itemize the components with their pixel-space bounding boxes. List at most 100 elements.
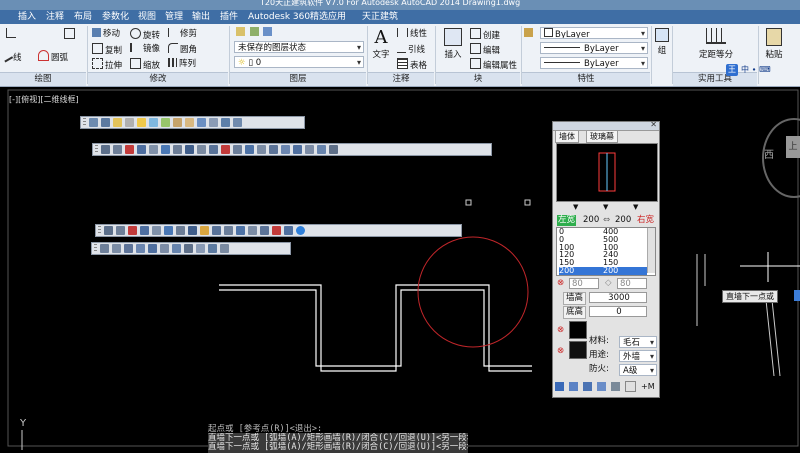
column-icon[interactable]: [113, 145, 122, 154]
section-icon[interactable]: [233, 145, 242, 154]
viewcube-top-face[interactable]: 上: [786, 136, 800, 158]
layer-tools-row[interactable]: [236, 27, 274, 39]
annotation-panel-label[interactable]: 注释: [368, 72, 434, 86]
freeze-icon[interactable]: [149, 118, 158, 127]
help-icon[interactable]: [296, 226, 305, 235]
help-icon[interactable]: [293, 145, 302, 154]
floating-toolbar-tarch-main[interactable]: [92, 143, 492, 156]
linetype-dropdown[interactable]: ByLayer: [540, 42, 648, 54]
plus-icon[interactable]: [625, 381, 636, 392]
match-layer-icon[interactable]: [197, 118, 206, 127]
properties-panel-label[interactable]: 特性: [522, 72, 650, 86]
ramp-icon[interactable]: [188, 226, 197, 235]
single-line-icon[interactable]: [583, 382, 592, 391]
tab-view[interactable]: 视图: [134, 10, 160, 24]
current-layer-dropdown[interactable]: ☼ ▯ 0: [234, 56, 364, 68]
command-prompt-line[interactable]: 直墙下一点或 [弧墙(A)/矩形画墙(R)/闭合(C)/回退(U)]<另一段>:: [208, 442, 468, 453]
block-icon[interactable]: [100, 244, 109, 253]
material-dropdown[interactable]: 毛石: [619, 336, 657, 348]
tab-plugins[interactable]: 插件: [216, 10, 242, 24]
layer-delete-icon[interactable]: [233, 118, 242, 127]
symbol-library-icon[interactable]: [160, 244, 169, 253]
section-icon[interactable]: [284, 226, 293, 235]
axis-grid-icon[interactable]: [101, 145, 110, 154]
tools-icon[interactable]: [257, 145, 266, 154]
stretch-button[interactable]: 拉伸: [92, 58, 122, 71]
tab-manage[interactable]: 管理: [161, 10, 187, 24]
table-button[interactable]: 表格: [397, 58, 427, 71]
viewcube-west-label[interactable]: 西: [764, 146, 774, 161]
layer-manager-icon[interactable]: [89, 118, 98, 127]
bulb-icon[interactable]: [113, 118, 122, 127]
table-icon[interactable]: [172, 244, 181, 253]
settings-icon[interactable]: [305, 145, 314, 154]
tab-curtain-wall[interactable]: 玻璃幕: [586, 130, 618, 143]
delete-icon[interactable]: ⊗: [557, 278, 564, 289]
fillet-button[interactable]: 圆角: [168, 43, 197, 55]
eyedropper-icon[interactable]: [611, 382, 620, 391]
unlock-icon[interactable]: [185, 118, 194, 127]
base-height-input[interactable]: 0: [589, 306, 647, 317]
toolbar-grip[interactable]: [83, 118, 86, 127]
tab-wall[interactable]: 墙体: [555, 130, 579, 143]
swap-icon[interactable]: ⇔: [603, 215, 610, 226]
group-button[interactable]: 组: [654, 28, 670, 56]
layer-walk-icon[interactable]: [209, 118, 218, 127]
brick-pattern-icon[interactable]: [569, 321, 587, 339]
array-button[interactable]: 阵列: [168, 58, 196, 70]
leader-button[interactable]: 引线: [397, 43, 425, 55]
edit-attributes-button[interactable]: 编辑属性: [470, 58, 517, 71]
pan-icon[interactable]: [317, 145, 326, 154]
ime-mode-icon[interactable]: 中 ∙ ⌨: [741, 64, 771, 75]
tab-annotate[interactable]: 注释: [42, 10, 68, 24]
slash-icon[interactable]: [220, 244, 229, 253]
sun-icon[interactable]: [137, 118, 146, 127]
lineweight-dropdown[interactable]: ByLayer: [540, 57, 648, 69]
move-button[interactable]: 移动: [92, 28, 120, 40]
center-arrow-icon[interactable]: ▼: [603, 202, 608, 213]
layer-state-dropdown[interactable]: 未保存的图层状态: [234, 41, 364, 53]
line-button[interactable]: 线: [0, 48, 22, 63]
modify-panel-label[interactable]: 修改: [88, 72, 228, 86]
text-button[interactable]: A 文字: [370, 28, 392, 61]
block-panel-label[interactable]: 块: [436, 72, 520, 86]
pick-wall-icon[interactable]: [597, 382, 606, 391]
ime-indicator-icon[interactable]: 王: [726, 64, 738, 76]
mirror-button[interactable]: 镜像: [130, 43, 160, 55]
wall-height-label[interactable]: 墙高: [563, 292, 587, 305]
left-width-label[interactable]: 左宽: [557, 215, 577, 226]
draw-panel-label[interactable]: 绘图: [0, 72, 86, 86]
linear-dim-button[interactable]: 线性: [397, 28, 427, 40]
left-offset-spinner[interactable]: 80: [569, 278, 599, 289]
list-item-selected[interactable]: 200 200: [559, 266, 647, 275]
paste-button[interactable]: 粘贴: [762, 28, 786, 60]
dimension-icon[interactable]: [248, 226, 257, 235]
toolbar-grip[interactable]: [94, 244, 97, 253]
door-icon[interactable]: [140, 226, 149, 235]
text-icon[interactable]: [196, 244, 205, 253]
floating-toolbar-tarch-secondary[interactable]: [95, 224, 462, 237]
print-icon[interactable]: [329, 145, 338, 154]
link-icon[interactable]: ◇: [605, 278, 612, 289]
base-height-label[interactable]: 底高: [563, 306, 587, 319]
tab-output[interactable]: 输出: [188, 10, 214, 24]
arc-button[interactable]: 圆弧: [38, 50, 68, 63]
layer-previous-icon[interactable]: [101, 118, 110, 127]
hatch-icon[interactable]: [184, 244, 193, 253]
text-style-icon[interactable]: [197, 145, 206, 154]
dimension-icon[interactable]: [185, 145, 194, 154]
measure-divide-button[interactable]: 定距等分: [696, 28, 736, 60]
toolbar-grip[interactable]: [98, 226, 101, 235]
wall-icon[interactable]: [149, 145, 158, 154]
create-block-button[interactable]: 创建: [470, 28, 500, 41]
tab-parametric[interactable]: 参数化: [98, 10, 133, 24]
usage-dropdown[interactable]: 外墙: [619, 350, 657, 362]
tab-insert[interactable]: 插入: [14, 10, 40, 24]
polyline-icon-button[interactable]: [6, 28, 18, 40]
thaw-icon[interactable]: [161, 118, 170, 127]
elevation-icon[interactable]: [272, 226, 281, 235]
delete-icon[interactable]: ⊗: [557, 325, 564, 336]
dynamic-input-field[interactable]: [794, 290, 800, 301]
library-icon[interactable]: [148, 244, 157, 253]
tab-featured-apps[interactable]: 精选应用: [306, 10, 350, 24]
